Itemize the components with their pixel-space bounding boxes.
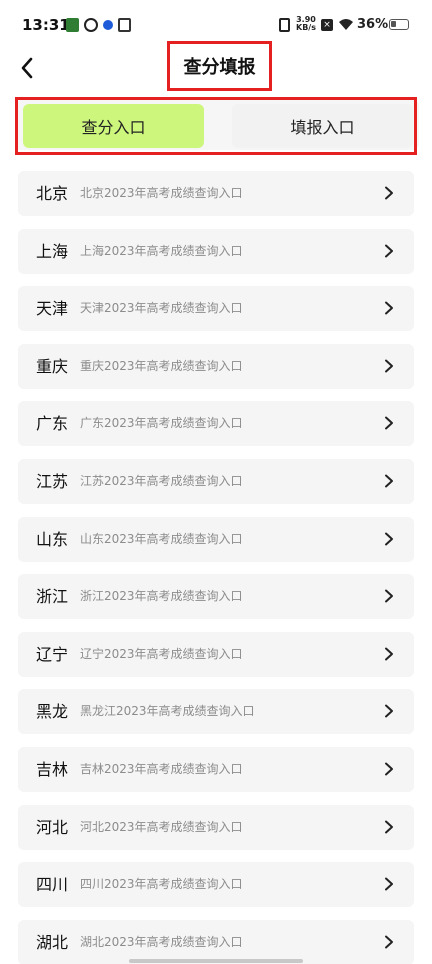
province-name: 江苏 [36, 471, 69, 491]
query-description: 黑龙江2023年高考成绩查询入口 [80, 704, 255, 719]
list-item[interactable]: 上海 上海2023年高考成绩查询入口 [18, 228, 414, 274]
query-description: 天津2023年高考成绩查询入口 [80, 301, 243, 316]
vibrate-icon [279, 18, 290, 32]
battery-icon [389, 19, 409, 30]
tab-bar: 查分入口 填报入口 [15, 97, 417, 155]
list-item[interactable]: 山东 山东2023年高考成绩查询入口 [18, 516, 414, 562]
province-name: 辽宁 [36, 644, 69, 664]
battery-percent: 36% [357, 17, 389, 32]
tab-score-query[interactable]: 查分入口 [23, 104, 204, 148]
chevron-right-icon [385, 244, 393, 258]
province-name: 上海 [36, 241, 69, 261]
chevron-right-icon [385, 359, 393, 373]
query-description: 四川2023年高考成绩查询入口 [80, 877, 243, 892]
no-sim-icon: × [321, 19, 333, 31]
chevron-right-icon [385, 704, 393, 718]
query-description: 河北2023年高考成绩查询入口 [80, 819, 243, 834]
header: 查分填报 [0, 41, 432, 92]
chevron-right-icon [385, 935, 393, 949]
list-item[interactable]: 浙江 浙江2023年高考成绩查询入口 [18, 574, 414, 620]
chevron-right-icon [385, 877, 393, 891]
chevron-right-icon [385, 474, 393, 488]
chevron-right-icon [385, 589, 393, 603]
list-item[interactable]: 四川 四川2023年高考成绩查询入口 [18, 862, 414, 908]
chevron-right-icon [385, 416, 393, 430]
query-description: 北京2023年高考成绩查询入口 [80, 186, 243, 200]
chevron-right-icon [385, 647, 393, 661]
home-indicator [129, 959, 303, 963]
query-description: 浙江2023年高考成绩查询入口 [80, 589, 243, 604]
wifi-icon [339, 19, 353, 30]
list-item[interactable]: 北京 北京2023年高考成绩查询入口 [18, 171, 414, 216]
app-notification-icon [66, 18, 79, 32]
list-item[interactable]: 天津 天津2023年高考成绩查询入口 [18, 286, 414, 332]
list-item[interactable]: 重庆 重庆2023年高考成绩查询入口 [18, 343, 414, 389]
list-item[interactable]: 湖北 湖北2023年高考成绩查询入口 [18, 919, 414, 964]
list-item[interactable]: 吉林 吉林2023年高考成绩查询入口 [18, 746, 414, 792]
province-name: 北京 [36, 184, 69, 203]
box-notification-icon [118, 18, 131, 32]
list-item[interactable]: 广东 广东2023年高考成绩查询入口 [18, 401, 414, 447]
sync-notification-icon [84, 18, 98, 32]
chevron-right-icon [385, 301, 393, 315]
province-name: 黑龙 [36, 702, 69, 722]
battery-fill [391, 21, 397, 27]
chevron-left-icon[interactable] [12, 52, 44, 84]
list-item[interactable]: 辽宁 辽宁2023年高考成绩查询入口 [18, 631, 414, 677]
query-description: 山东2023年高考成绩查询入口 [80, 531, 243, 546]
list-item[interactable]: 黑龙 黑龙江2023年高考成绩查询入口 [18, 689, 414, 735]
page-title: 查分填报 [167, 41, 272, 91]
query-description: 江苏2023年高考成绩查询入口 [80, 473, 243, 488]
province-name: 天津 [36, 299, 69, 319]
query-description: 上海2023年高考成绩查询入口 [80, 243, 243, 258]
province-name: 湖北 [36, 932, 69, 952]
list-item[interactable]: 江苏 江苏2023年高考成绩查询入口 [18, 458, 414, 504]
chevron-right-icon [385, 820, 393, 834]
chevron-right-icon [385, 186, 393, 200]
tab-application-fill[interactable]: 填报入口 [232, 104, 413, 148]
province-name: 山东 [36, 529, 69, 549]
province-list: 北京 北京2023年高考成绩查询入口 上海 上海2023年高考成绩查询入口 天津 天津20… [18, 171, 414, 964]
query-description: 辽宁2023年高考成绩查询入口 [80, 646, 243, 661]
query-description: 吉林2023年高考成绩查询入口 [80, 761, 243, 776]
chevron-right-icon [385, 532, 393, 546]
province-name: 河北 [36, 817, 69, 837]
list-item[interactable]: 河北 河北2023年高考成绩查询入口 [18, 804, 414, 850]
chevron-right-icon [385, 762, 393, 776]
status-time: 13:31 [22, 16, 70, 34]
network-speed: 3.90 KB/s [296, 16, 316, 32]
province-name: 浙江 [36, 587, 69, 607]
province-name: 吉林 [36, 759, 69, 779]
network-speed-unit: KB/s [296, 23, 316, 32]
province-name: 广东 [36, 414, 69, 434]
province-name: 重庆 [36, 356, 69, 376]
paw-notification-icon [103, 20, 113, 30]
query-description: 广东2023年高考成绩查询入口 [80, 416, 243, 431]
query-description: 重庆2023年高考成绩查询入口 [80, 358, 243, 373]
province-name: 四川 [36, 875, 69, 895]
query-description: 湖北2023年高考成绩查询入口 [80, 934, 243, 949]
